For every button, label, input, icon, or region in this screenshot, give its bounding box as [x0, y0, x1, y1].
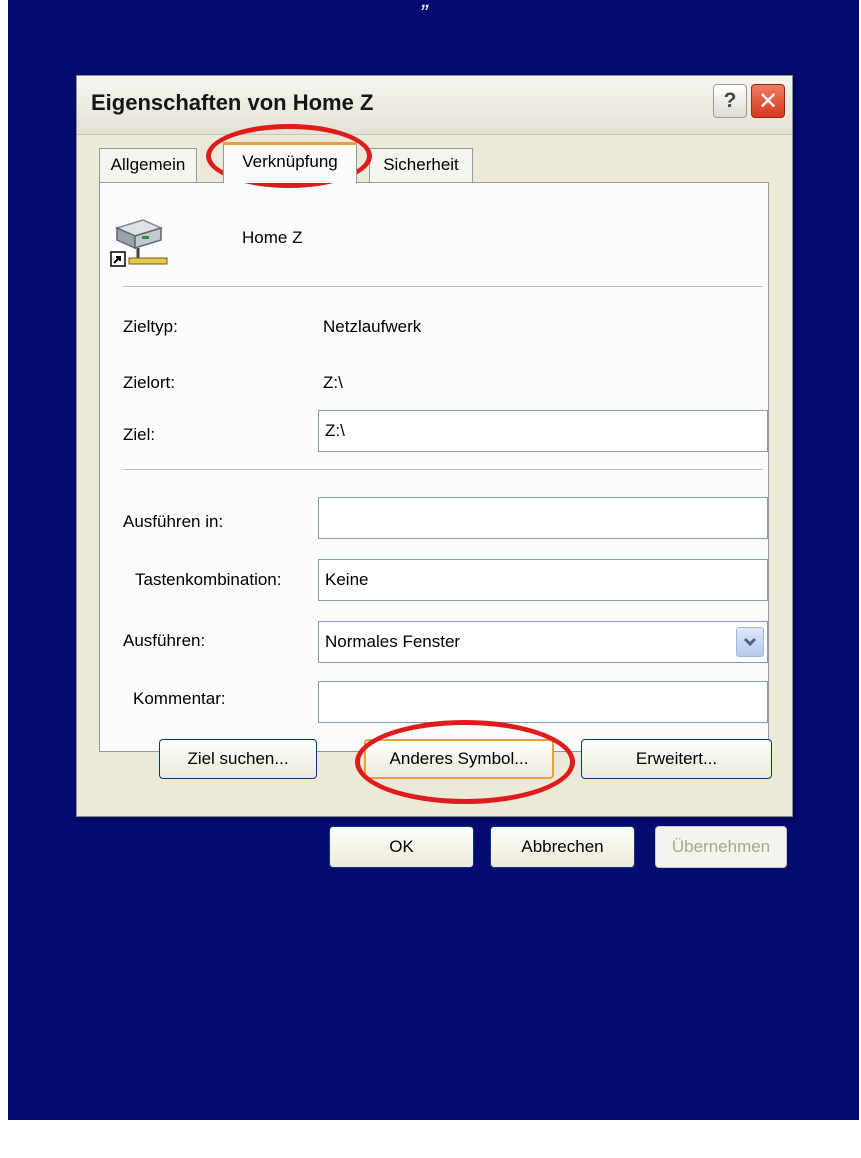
zieltyp-value: Netzlaufwerk	[323, 317, 422, 336]
title-bar[interactable]: Eigenschaften von Home Z ? ✕	[77, 76, 792, 135]
zielort-label: Zielort:	[123, 373, 175, 392]
network-drive-shortcut-icon	[110, 219, 168, 267]
ziel-label: Ziel:	[123, 425, 156, 444]
erweitert-button[interactable]: Erweitert...	[581, 739, 772, 779]
close-icon: ✕	[757, 88, 779, 115]
uebernehmen-button: Übernehmen	[655, 826, 787, 868]
anderes-symbol-button[interactable]: Anderes Symbol...	[364, 739, 554, 779]
kommentar-label: Kommentar:	[133, 689, 226, 708]
close-button[interactable]: ✕	[751, 84, 785, 118]
separator	[123, 469, 763, 471]
shortcut-name: Home Z	[242, 228, 303, 247]
blue-background: „ “ Eigenschaften von Home Z ? ✕ Allgeme…	[8, 0, 859, 1120]
ausfuehren-label: Ausführen:	[123, 631, 206, 650]
help-icon: ?	[723, 89, 737, 112]
ziel-input[interactable]: Z:\	[318, 410, 768, 452]
tab-sicherheit[interactable]: Sicherheit	[369, 148, 473, 182]
window-title: Eigenschaften von Home Z	[91, 90, 374, 115]
ok-button[interactable]: OK	[329, 826, 474, 868]
chevron-down-icon	[743, 637, 757, 647]
tastenkombination-label: Tastenkombination:	[135, 570, 282, 589]
ausfuehren-select[interactable]: Normales Fenster	[318, 621, 768, 663]
ausfuehren-in-input[interactable]	[318, 497, 768, 539]
separator	[123, 286, 763, 288]
ausfuehren-in-label: Ausführen in:	[123, 512, 224, 531]
caption-text: „ “	[8, 0, 859, 14]
zieltyp-label: Zieltyp:	[123, 317, 178, 336]
tab-allgemein[interactable]: Allgemein	[99, 148, 197, 182]
tab-panel	[99, 182, 769, 752]
help-button[interactable]: ?	[713, 84, 747, 118]
abbrechen-button[interactable]: Abbrechen	[490, 826, 635, 868]
tab-verknuepfung[interactable]: Verknüpfung	[223, 142, 357, 183]
kommentar-input[interactable]	[318, 681, 768, 723]
zielort-value: Z:\	[323, 373, 343, 392]
dropdown-button[interactable]	[736, 627, 764, 657]
ausfuehren-selected-value: Normales Fenster	[325, 632, 461, 651]
ziel-suchen-button[interactable]: Ziel suchen...	[159, 739, 317, 779]
tastenkombination-input[interactable]: Keine	[318, 559, 768, 601]
properties-dialog: Eigenschaften von Home Z ? ✕ Allgemein V…	[76, 75, 793, 868]
